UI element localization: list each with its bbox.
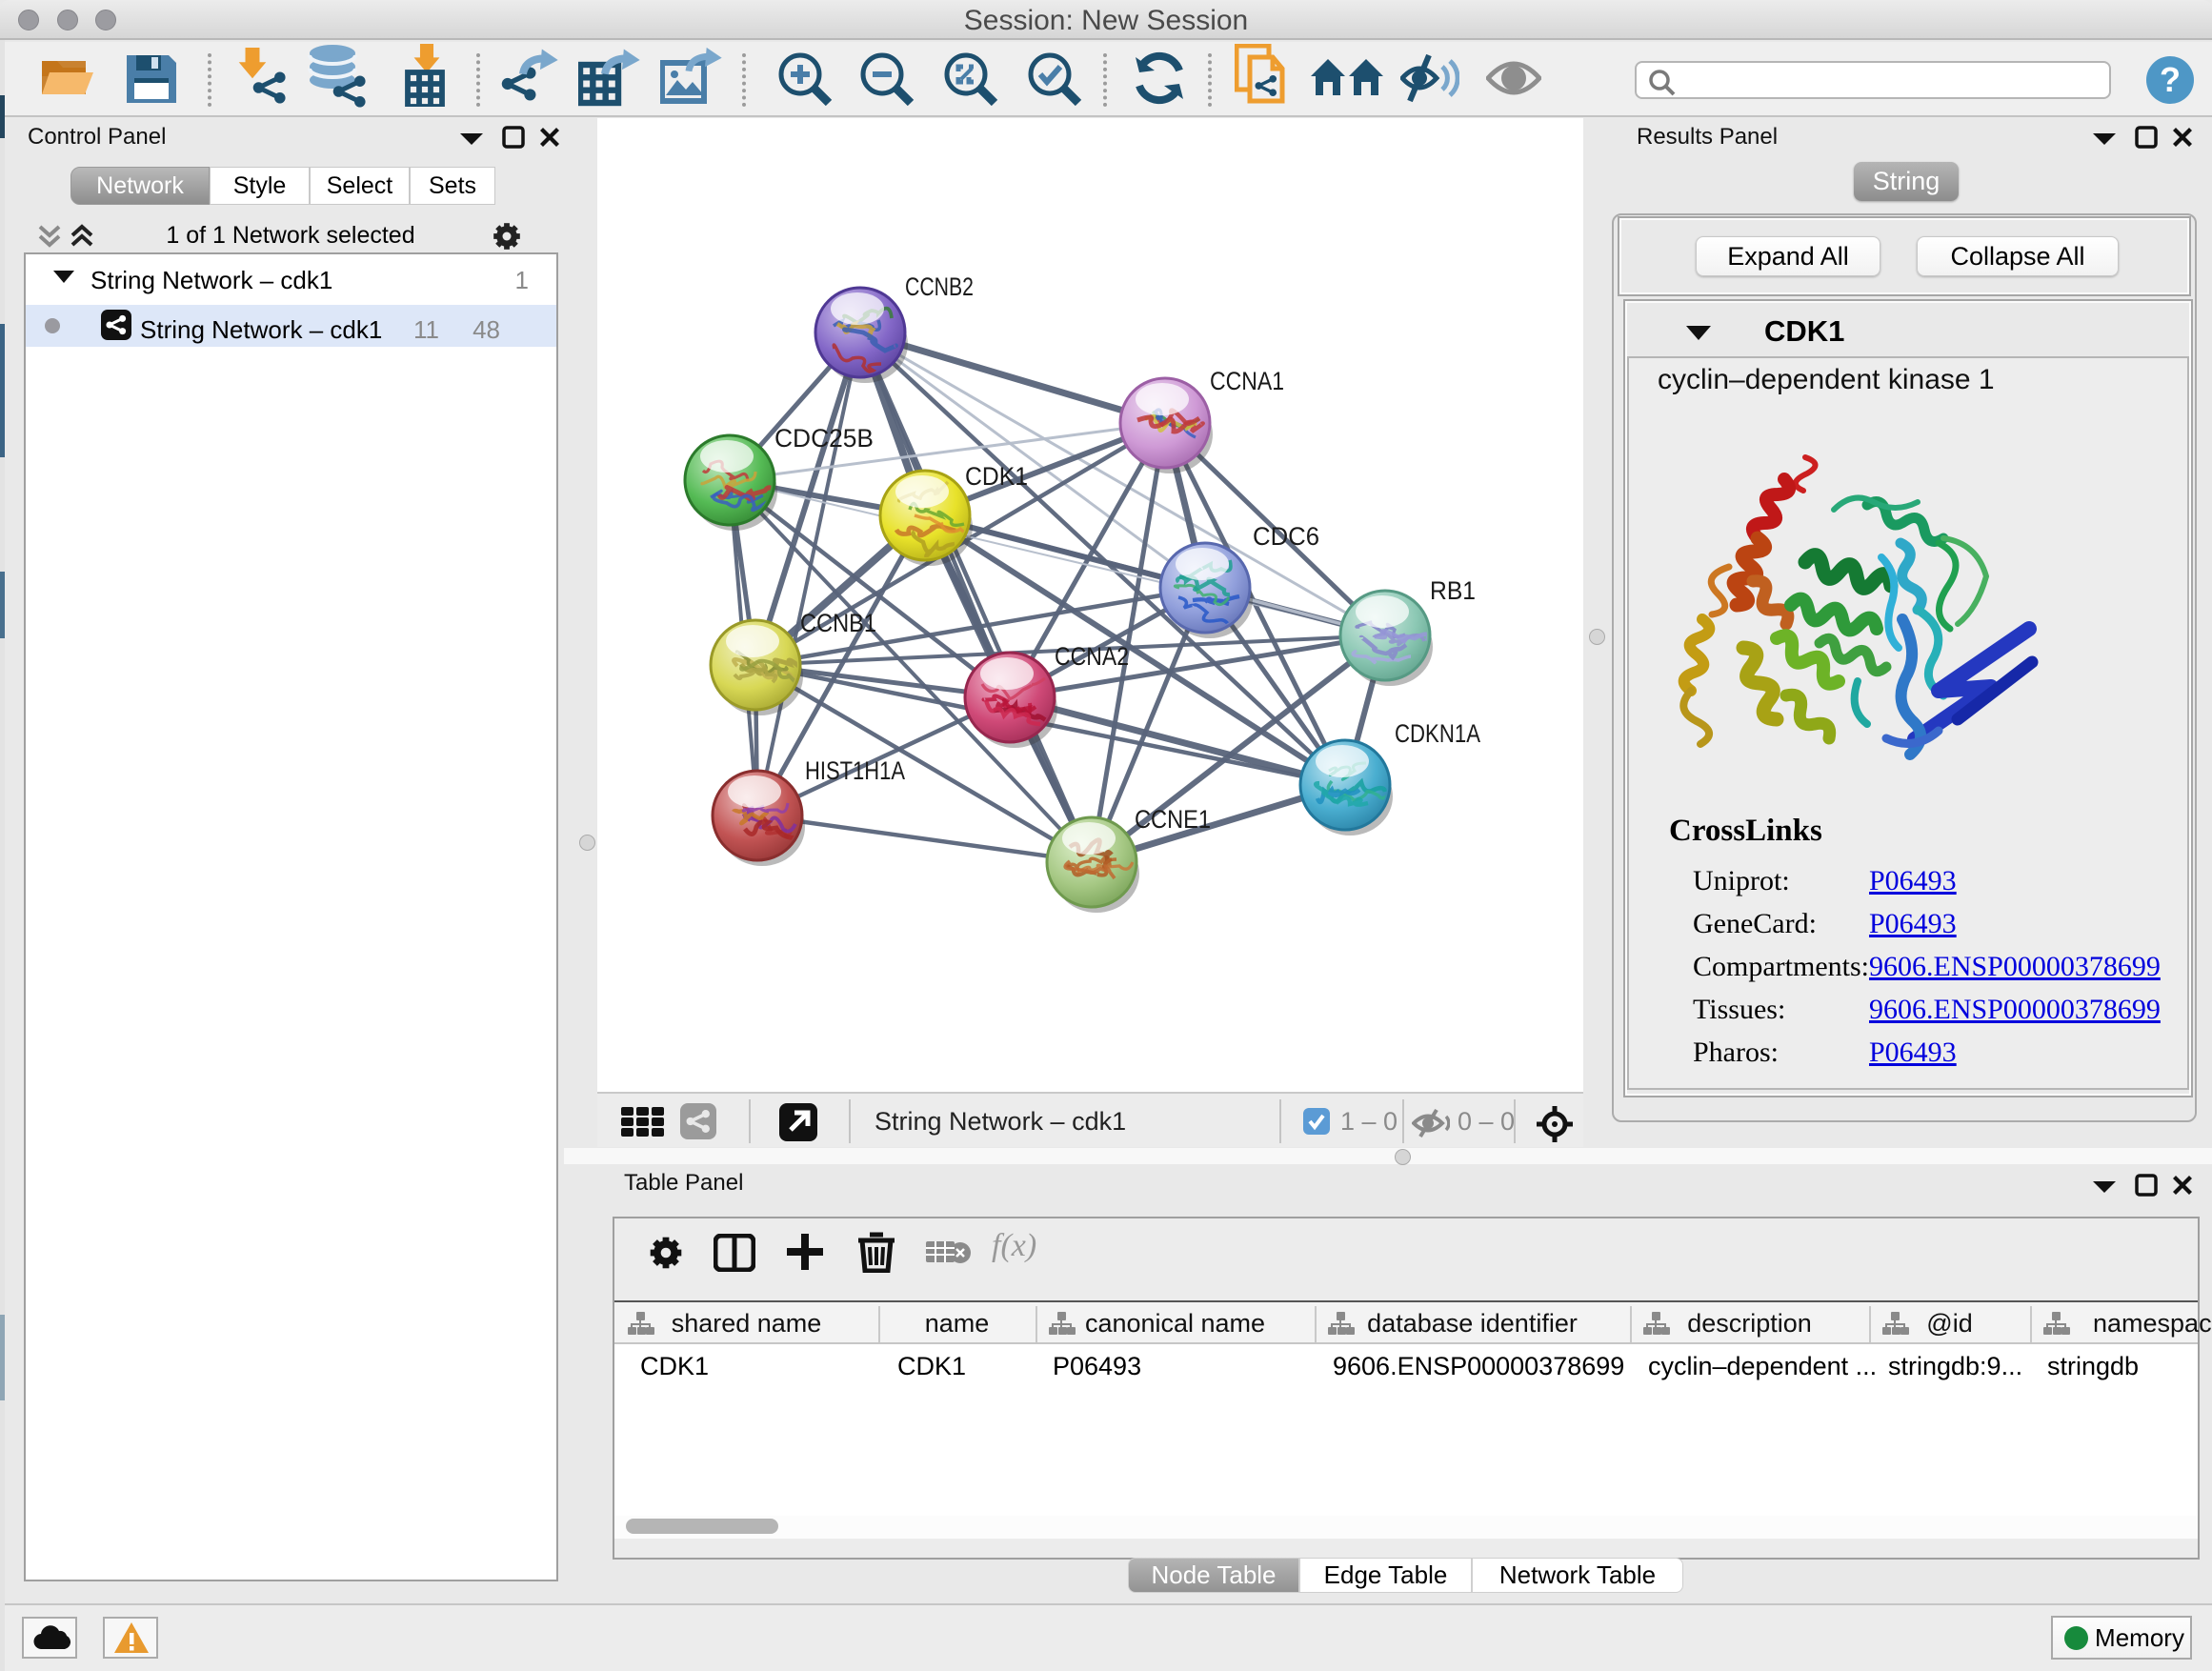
svg-text:CCNB1: CCNB1	[800, 609, 876, 637]
svg-text:CCNB2: CCNB2	[905, 272, 974, 301]
svg-text:HIST1H1A: HIST1H1A	[805, 756, 905, 785]
svg-text:?: ?	[2160, 60, 2181, 99]
svg-text:CDK1: CDK1	[965, 462, 1028, 491]
svg-text:CDC25B: CDC25B	[774, 424, 874, 453]
svg-text:CCNA2: CCNA2	[1055, 642, 1129, 671]
svg-text:CCNE1: CCNE1	[1135, 805, 1211, 834]
svg-text:CDKN1A: CDKN1A	[1395, 719, 1480, 748]
svg-text:CCNA1: CCNA1	[1210, 367, 1284, 395]
svg-text:RB1: RB1	[1430, 576, 1476, 605]
svg-text:CDC6: CDC6	[1253, 522, 1319, 551]
